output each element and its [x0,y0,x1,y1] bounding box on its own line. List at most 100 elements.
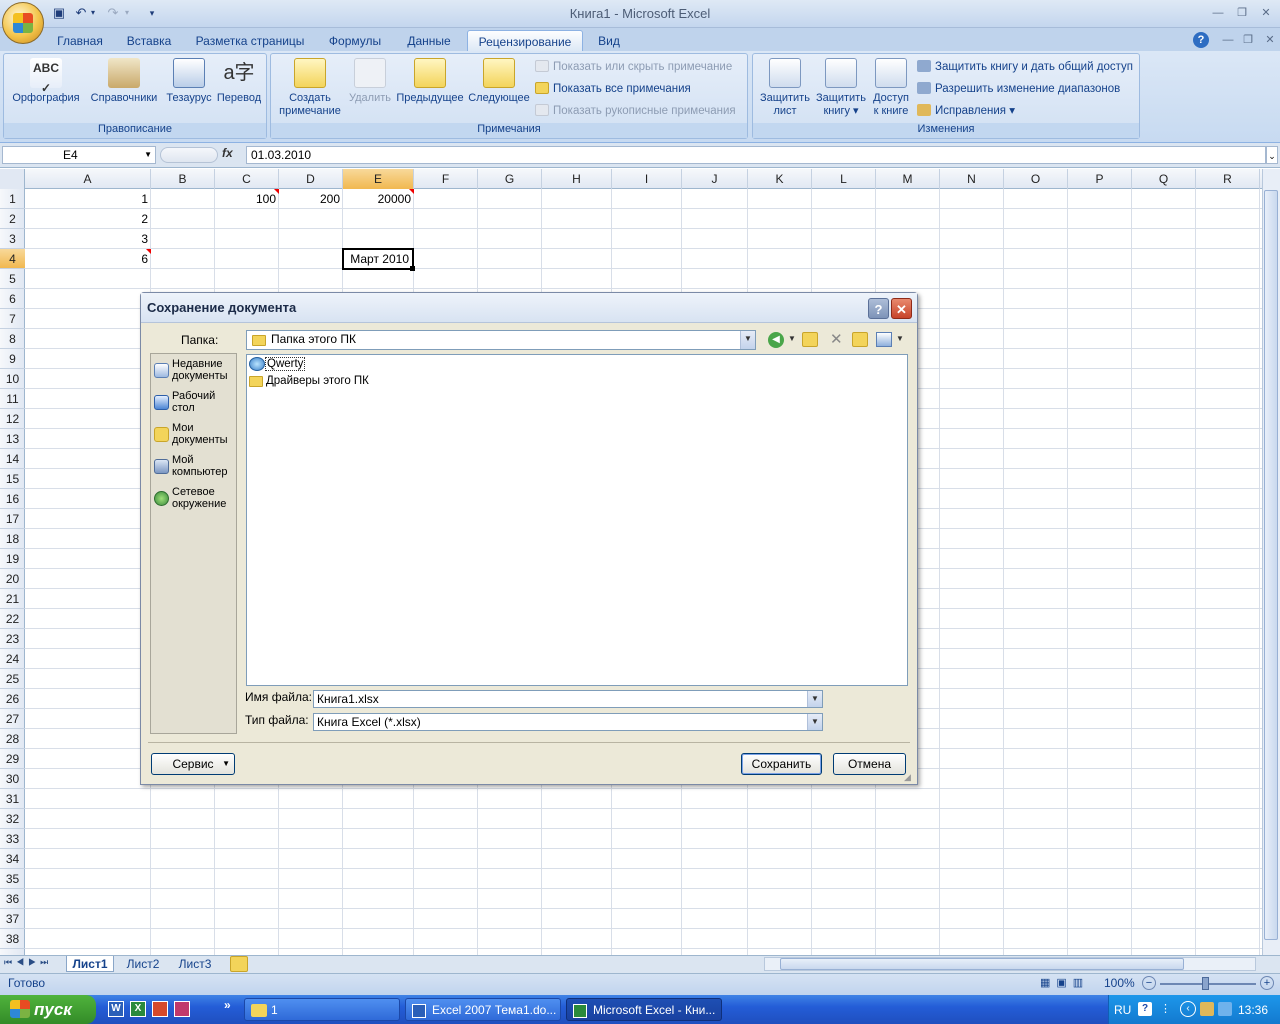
track-changes-button[interactable]: Исправления ▾ [917,102,1015,120]
name-box[interactable]: E4 ▼ [2,146,156,164]
tray-app-icon-1[interactable] [1200,1002,1214,1016]
tray-app-icon-2[interactable] [1218,1002,1232,1016]
show-ink-button[interactable]: Показать рукописные примечания [535,102,736,120]
column-header-j[interactable]: J [682,169,748,189]
filename-input[interactable]: Книга1.xlsx ▼ [313,690,823,708]
column-header-c[interactable]: C [215,169,279,189]
taskbar-folder[interactable]: 1 [244,998,400,1021]
row-header-27[interactable]: 27 [0,709,25,729]
office-button[interactable] [2,2,44,44]
cell-A4[interactable]: 6 [25,249,151,269]
column-header-f[interactable]: F [414,169,478,189]
new-folder-icon[interactable] [852,332,868,347]
zoom-level[interactable]: 100% [1104,976,1135,990]
cell-E1[interactable]: 20000 [343,189,414,209]
cell-A1[interactable]: 1 [25,189,151,209]
delete-icon[interactable]: ✕ [830,330,843,348]
file-item-drivers[interactable]: Драйверы этого ПК [266,375,369,387]
horizontal-scroll-thumb[interactable] [780,958,1184,970]
thesaurus-button[interactable]: Тезаурус [164,58,214,105]
row-header-5[interactable]: 5 [0,269,25,289]
row-header-10[interactable]: 10 [0,369,25,389]
cell-A2[interactable]: 2 [25,209,151,229]
tools-button[interactable]: Сервис ▼ [151,753,235,775]
tab-insert[interactable]: Вставка [118,30,180,52]
folder-dropdown-icon[interactable]: ▼ [740,331,755,349]
save-button[interactable]: Сохранить [741,753,822,775]
minimize-icon[interactable]: — [1206,5,1230,21]
row-header-30[interactable]: 30 [0,769,25,789]
spelling-button[interactable]: ABC ✓ Орфография [8,58,84,105]
cancel-button[interactable]: Отмена [833,753,906,775]
back-icon[interactable]: ◀ [768,332,784,348]
dialog-help-icon[interactable]: ? [868,298,889,319]
row-header-21[interactable]: 21 [0,589,25,609]
cell-A3[interactable]: 3 [25,229,151,249]
filetype-dropdown-icon[interactable]: ▼ [807,714,822,730]
row-header-32[interactable]: 32 [0,809,25,829]
file-list[interactable] [246,354,908,686]
protect-sheet-button[interactable]: Защитить лист [757,58,813,118]
app-quicklaunch-icon[interactable] [174,1001,190,1017]
place-network[interactable]: Сетевое окружение [152,486,236,518]
vertical-scroll-thumb[interactable] [1264,190,1278,940]
row-header-20[interactable]: 20 [0,569,25,589]
views-dropdown-icon[interactable]: ▼ [896,334,904,343]
cell-C1[interactable]: 100 [215,189,279,209]
up-folder-icon[interactable] [802,332,818,347]
tab-formulas[interactable]: Формулы [320,30,390,52]
research-button[interactable]: Справочники [86,58,162,105]
tab-review[interactable]: Рецензирование [467,30,583,52]
row-header-11[interactable]: 11 [0,389,25,409]
protect-book-button[interactable]: Защитить книгу ▾ [813,58,869,118]
share-book-button[interactable]: Доступ к книге [869,58,913,118]
quicklaunch-more-icon[interactable]: » [224,998,231,1012]
protect-and-share-button[interactable]: Защитить книгу и дать общий доступ [917,58,1133,76]
tab-page-layout[interactable]: Разметка страницы [190,30,310,52]
column-header-r[interactable]: R [1196,169,1260,189]
place-desktop[interactable]: Рабочий стол [152,390,236,422]
translate-button[interactable]: a字 Перевод [214,58,264,105]
column-header-l[interactable]: L [812,169,876,189]
row-header-1[interactable]: 1 [0,189,25,209]
row-header-3[interactable]: 3 [0,229,25,249]
row-header-28[interactable]: 28 [0,729,25,749]
row-header-24[interactable]: 24 [0,649,25,669]
help-tray-icon[interactable]: ? [1138,1002,1152,1016]
excel-quicklaunch-icon[interactable]: X [130,1001,146,1017]
row-header-15[interactable]: 15 [0,469,25,489]
close-icon[interactable]: ✕ [1254,5,1278,21]
filename-dropdown-icon[interactable]: ▼ [807,691,822,707]
row-header-16[interactable]: 16 [0,489,25,509]
row-header-35[interactable]: 35 [0,869,25,889]
row-header-18[interactable]: 18 [0,529,25,549]
column-header-i[interactable]: I [612,169,682,189]
zoom-slider-thumb[interactable] [1202,977,1209,990]
formula-bar-slider[interactable] [160,147,218,163]
row-header-2[interactable]: 2 [0,209,25,229]
tab-data[interactable]: Данные [398,30,460,52]
show-all-comments-button[interactable]: Показать все примечания [535,80,691,98]
row-header-8[interactable]: 8 [0,329,25,349]
taskbar-excel[interactable]: Microsoft Excel - Кни... [566,998,722,1021]
delete-comment-button[interactable]: Удалить [347,58,393,105]
column-header-b[interactable]: B [151,169,215,189]
filetype-select[interactable]: Книга Excel (*.xlsx) ▼ [313,713,823,731]
row-header-6[interactable]: 6 [0,289,25,309]
place-my-computer[interactable]: Мой компьютер [152,454,236,486]
cell-E4-selected[interactable]: Март 2010 [342,248,414,270]
column-header-e[interactable]: E [343,169,414,189]
office-quicklaunch-icon[interactable] [152,1001,168,1017]
insert-function-icon[interactable]: fx [222,146,242,164]
row-header-29[interactable]: 29 [0,749,25,769]
row-header-19[interactable]: 19 [0,549,25,569]
place-my-documents[interactable]: Мои документы [152,422,236,454]
column-header-a[interactable]: A [25,169,151,189]
allow-ranges-button[interactable]: Разрешить изменение диапазонов [917,80,1120,98]
row-header-4[interactable]: 4 [0,249,25,269]
restore-icon[interactable]: ❐ [1230,5,1254,21]
dialog-close-icon[interactable]: ✕ [891,298,912,319]
show-hide-comment-button[interactable]: Показать или скрыть примечание [535,58,732,76]
views-icon[interactable] [876,332,892,347]
row-header-26[interactable]: 26 [0,689,25,709]
